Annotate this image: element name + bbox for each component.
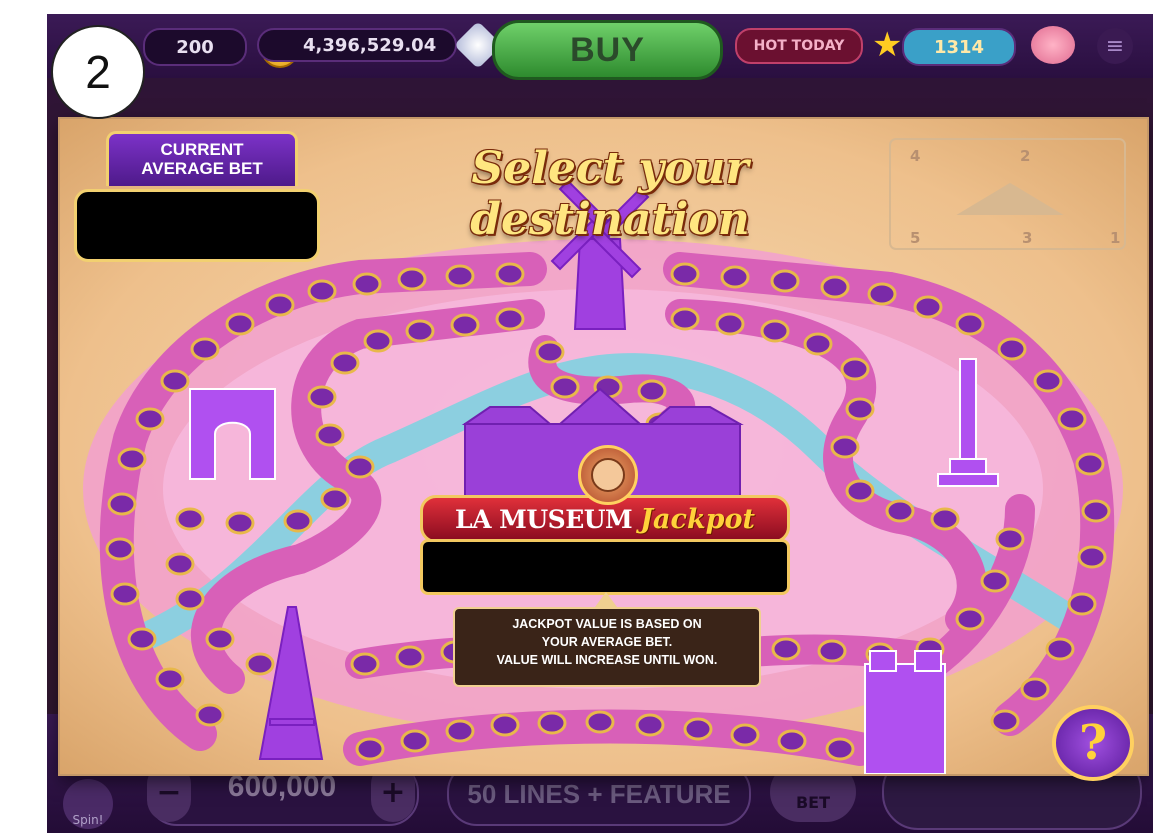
stamp-number: 5 xyxy=(910,229,921,247)
jackpot-value-box xyxy=(420,539,790,595)
character-face-icon xyxy=(591,458,625,492)
jackpot-character-avatar xyxy=(578,445,638,505)
louvre-stamp xyxy=(889,138,1126,250)
game-screen: 200 $ 4,396,529.04 BUY HOT TODAY 1314 ★ … xyxy=(47,14,1153,833)
tooltip-line: YOUR AVERAGE BET. xyxy=(541,635,673,649)
cab-line-1: CURRENT AVERAGE BET xyxy=(141,140,263,178)
stamp-number: 4 xyxy=(910,147,921,165)
auto-spin-button[interactable]: Spin! xyxy=(63,779,113,829)
top-bar: 200 $ 4,396,529.04 BUY HOT TODAY 1314 ★ … xyxy=(47,14,1153,80)
current-average-bet-value xyxy=(74,189,320,262)
buy-button[interactable]: BUY xyxy=(492,20,723,80)
piggy-bank-icon[interactable] xyxy=(1031,26,1075,64)
balance-display: 4,396,529.04 xyxy=(257,28,457,62)
bet-value: 600,000 xyxy=(227,770,337,803)
bet-display: 200 xyxy=(143,28,247,66)
help-button[interactable]: ? xyxy=(1052,705,1134,781)
star-icon: ★ xyxy=(872,25,903,65)
stamp-number: 3 xyxy=(1022,229,1033,247)
notre-dame-icon[interactable] xyxy=(864,650,946,774)
tooltip-line: VALUE WILL INCREASE UNTIL WON. xyxy=(496,653,718,667)
level-display: 1314 xyxy=(902,28,1016,66)
hot-today-button[interactable]: HOT TODAY xyxy=(735,28,863,64)
stamp-number: 2 xyxy=(1020,147,1031,165)
stamp-number: 1 xyxy=(1110,229,1121,247)
step-badge: 2 xyxy=(51,25,145,119)
current-average-bet-label: CURRENT AVERAGE BET xyxy=(106,131,298,186)
destination-map-panel: 4 2 5 3 1 CURRENT AVERAGE BET Select you… xyxy=(60,119,1147,781)
jackpot-tooltip: JACKPOT VALUE IS BASED ON YOUR AVERAGE B… xyxy=(453,607,761,687)
tooltip-arrow xyxy=(595,592,617,607)
page-title: Select your destination xyxy=(470,143,750,245)
jackpot-name: LA MUSEUM xyxy=(454,504,633,534)
jackpot-word: Jackpot xyxy=(640,503,756,535)
tooltip-line: JACKPOT VALUE IS BASED ON xyxy=(512,617,702,631)
menu-icon[interactable]: ≡ xyxy=(1097,28,1133,64)
